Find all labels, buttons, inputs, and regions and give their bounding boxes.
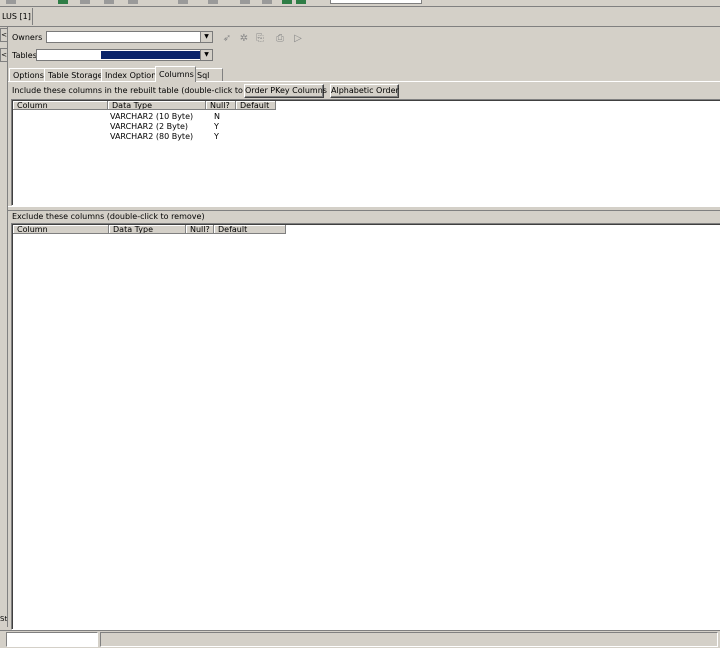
table-select[interactable]: ▼ [36, 49, 213, 61]
collapse-left-button[interactable]: < [0, 28, 8, 42]
owner-select[interactable]: ▼ [46, 31, 213, 43]
column-header-data-type[interactable]: Data Type [108, 101, 206, 110]
toolbar-button[interactable] [80, 0, 90, 4]
toolbar-button[interactable] [282, 0, 292, 4]
table-selection-highlight [101, 51, 201, 59]
window-tab[interactable]: LUS [1] [0, 8, 33, 25]
settings-icon[interactable]: ✲ [238, 33, 250, 45]
toolbar-combo[interactable] [330, 0, 422, 4]
grid-splitter[interactable] [8, 206, 720, 211]
toolbar-button[interactable] [240, 0, 250, 4]
row-null: Y [214, 132, 219, 141]
owner-redaction [47, 32, 122, 42]
main-toolbar [0, 0, 720, 7]
tab-table-storage[interactable]: Table Storage [44, 68, 105, 82]
table-label: Tables [12, 51, 37, 60]
column-header-data-type[interactable]: Data Type [109, 225, 186, 234]
copy-icon[interactable]: ⎘ [254, 33, 266, 45]
toolbar-button[interactable] [58, 0, 68, 4]
print-icon[interactable]: ⎙ [274, 33, 286, 45]
row-data-type: VARCHAR2 (80 Byte) [110, 132, 194, 141]
exclude-columns-grid[interactable]: Column Data Type Null? Default [11, 223, 720, 630]
window-tab-strip [0, 7, 720, 27]
toolbar-button[interactable] [208, 0, 218, 4]
table-redaction [37, 50, 101, 60]
owner-label: Owners [12, 33, 43, 42]
status-pane-input [6, 632, 98, 647]
toolbar-button[interactable] [128, 0, 138, 4]
column-header-default[interactable]: Default [236, 101, 276, 110]
column-header-null[interactable]: Null? [206, 101, 236, 110]
order-pkey-columns-button[interactable]: Order PKey Columns [244, 84, 327, 98]
column-header-column[interactable]: Column [13, 225, 109, 234]
chevron-down-icon[interactable]: ▼ [200, 32, 212, 42]
exclude-caption: Exclude these columns (double-click to r… [12, 212, 205, 221]
toolbar-button[interactable] [262, 0, 272, 4]
include-caption: Include these columns in the rebuilt tab… [12, 86, 279, 95]
chevron-down-icon[interactable]: ▼ [200, 50, 212, 60]
play-icon[interactable]: ▷ [292, 33, 304, 45]
toolbar-button[interactable] [6, 0, 16, 4]
tab-sql[interactable]: Sql [193, 68, 223, 82]
left-gutter [0, 27, 8, 627]
tab-options[interactable]: Options [9, 68, 47, 82]
status-bar [0, 630, 720, 648]
tab-index-options[interactable]: Index Options [101, 68, 160, 82]
row-null: Y [214, 122, 219, 131]
tab-baseline [8, 81, 720, 82]
collapse-left-button-2[interactable]: < [0, 48, 8, 62]
tab-columns[interactable]: Columns [155, 66, 196, 82]
row-data-type: VARCHAR2 (2 Byte) [110, 122, 189, 131]
status-pane-main [100, 632, 718, 647]
column-header-default[interactable]: Default [214, 225, 286, 234]
toolbar-button[interactable] [104, 0, 114, 4]
column-header-column[interactable]: Column [13, 101, 108, 110]
row-null: N [214, 112, 220, 121]
toolbar-button[interactable] [296, 0, 306, 4]
run-arrow-icon[interactable]: ➶ [221, 33, 233, 45]
gutter-status-label: St [0, 615, 8, 623]
column-header-null[interactable]: Null? [186, 225, 214, 234]
include-columns-grid[interactable]: Column Data Type Null? Default VARCHAR2 … [11, 99, 720, 206]
row-data-type: VARCHAR2 (10 Byte) [110, 112, 194, 121]
alphabetic-order-button[interactable]: Alphabetic Order [330, 84, 399, 98]
toolbar-button[interactable] [178, 0, 188, 4]
